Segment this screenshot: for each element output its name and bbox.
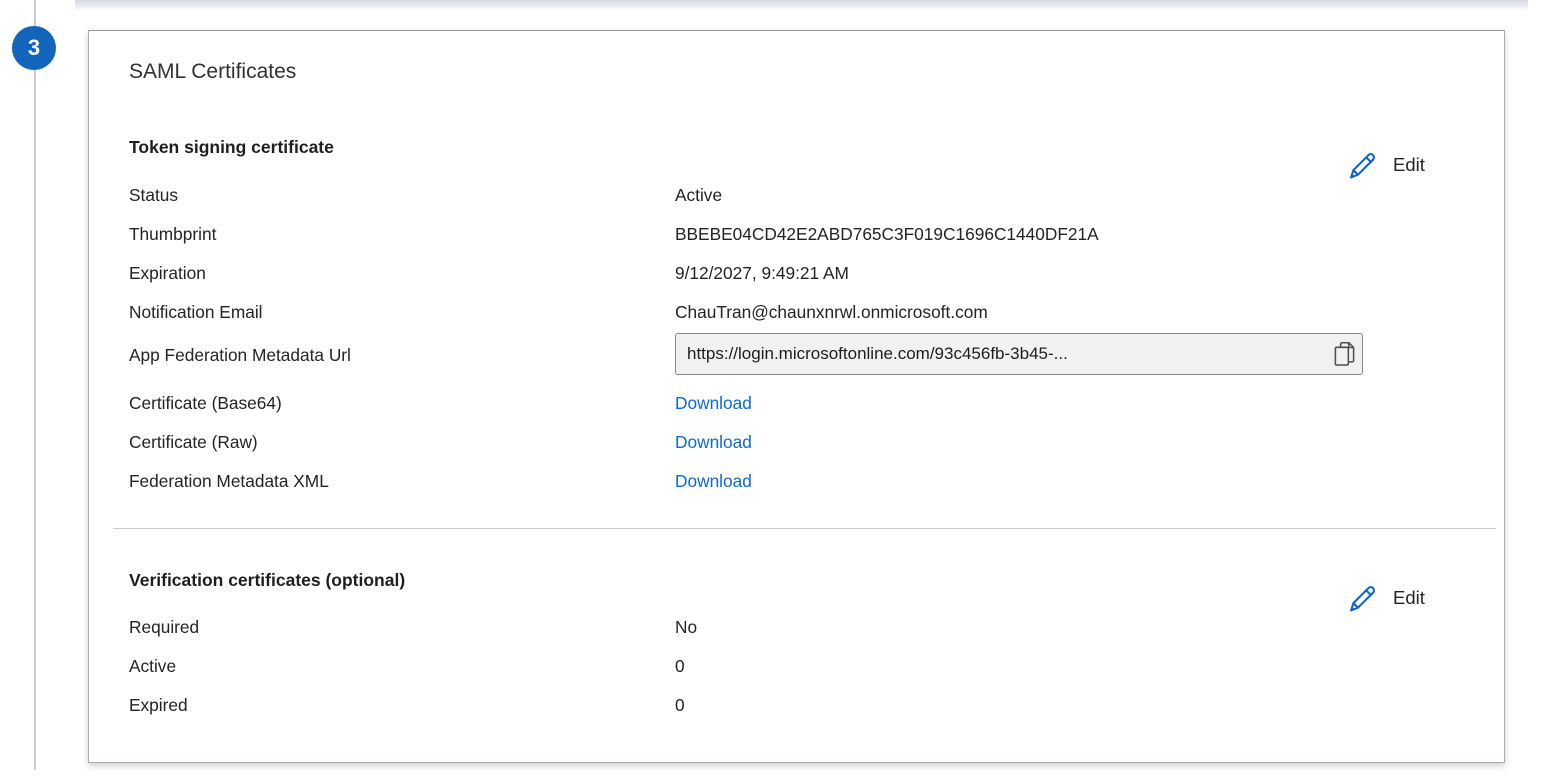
certificate-base64-row: Certificate (Base64) Download xyxy=(129,389,1484,417)
required-row: Required No xyxy=(129,613,1484,641)
active-count-value: 0 xyxy=(675,652,685,680)
thumbprint-row: Thumbprint BBEBE04CD42E2ABD765C3F019C169… xyxy=(129,220,1484,248)
step-connector-line xyxy=(34,0,36,770)
expired-count-label: Expired xyxy=(129,691,188,719)
step-number: 3 xyxy=(28,35,40,61)
required-value: No xyxy=(675,613,697,641)
edit-verification-certificates-button[interactable]: Edit xyxy=(1347,578,1497,618)
edit-pencil-icon xyxy=(1347,583,1378,614)
edit-button-label: Edit xyxy=(1393,154,1425,176)
edit-token-signing-certificate-button[interactable]: Edit xyxy=(1347,145,1497,185)
notification-email-row: Notification Email ChauTran@chaunxnrwl.o… xyxy=(129,298,1484,326)
notification-email-label: Notification Email xyxy=(129,298,263,326)
saml-sso-setup-page: 3 SAML Certificates Token signing certif… xyxy=(0,0,1544,782)
expiration-value: 9/12/2027, 9:49:21 AM xyxy=(675,259,849,287)
thumbprint-value: BBEBE04CD42E2ABD765C3F019C1696C1440DF21A xyxy=(675,220,1099,248)
token-signing-certificate-heading: Token signing certificate xyxy=(129,133,334,161)
section-divider xyxy=(113,528,1496,529)
card-title: SAML Certificates xyxy=(129,57,296,87)
certificate-base64-label: Certificate (Base64) xyxy=(129,389,282,417)
thumbprint-label: Thumbprint xyxy=(129,220,216,248)
required-label: Required xyxy=(129,613,199,641)
previous-card-bottom-edge xyxy=(75,0,1528,11)
status-row: Status Active xyxy=(129,181,1484,209)
notification-email-value: ChauTran@chaunxnrwl.onmicrosoft.com xyxy=(675,298,988,326)
federation-metadata-xml-row: Federation Metadata XML Download xyxy=(129,467,1484,495)
certificate-raw-label: Certificate (Raw) xyxy=(129,428,258,456)
certificate-base64-download-link[interactable]: Download xyxy=(675,389,752,417)
copy-to-clipboard-button[interactable] xyxy=(1326,334,1362,374)
expiration-row: Expiration 9/12/2027, 9:49:21 AM xyxy=(129,259,1484,287)
verification-certificates-heading: Verification certificates (optional) xyxy=(129,566,405,594)
certificate-raw-download-link[interactable]: Download xyxy=(675,428,752,456)
expired-count-row: Expired 0 xyxy=(129,691,1484,719)
app-federation-metadata-url-field[interactable]: https://login.microsoftonline.com/93c456… xyxy=(675,333,1363,375)
federation-metadata-xml-download-link[interactable]: Download xyxy=(675,467,752,495)
certificate-raw-row: Certificate (Raw) Download xyxy=(129,428,1484,456)
active-count-label: Active xyxy=(129,652,176,680)
edit-button-label: Edit xyxy=(1393,587,1425,609)
expiration-label: Expiration xyxy=(129,259,206,287)
edit-pencil-icon xyxy=(1347,150,1378,181)
status-label: Status xyxy=(129,181,178,209)
status-value: Active xyxy=(675,181,722,209)
saml-certificates-card: SAML Certificates Token signing certific… xyxy=(88,30,1505,763)
app-federation-metadata-url-label: App Federation Metadata Url xyxy=(129,341,351,369)
copy-icon xyxy=(1333,341,1356,368)
app-federation-metadata-url-value: https://login.microsoftonline.com/93c456… xyxy=(676,344,1326,364)
step-3-badge: 3 xyxy=(12,26,56,70)
expired-count-value: 0 xyxy=(675,691,685,719)
active-count-row: Active 0 xyxy=(129,652,1484,680)
federation-metadata-xml-label: Federation Metadata XML xyxy=(129,467,329,495)
